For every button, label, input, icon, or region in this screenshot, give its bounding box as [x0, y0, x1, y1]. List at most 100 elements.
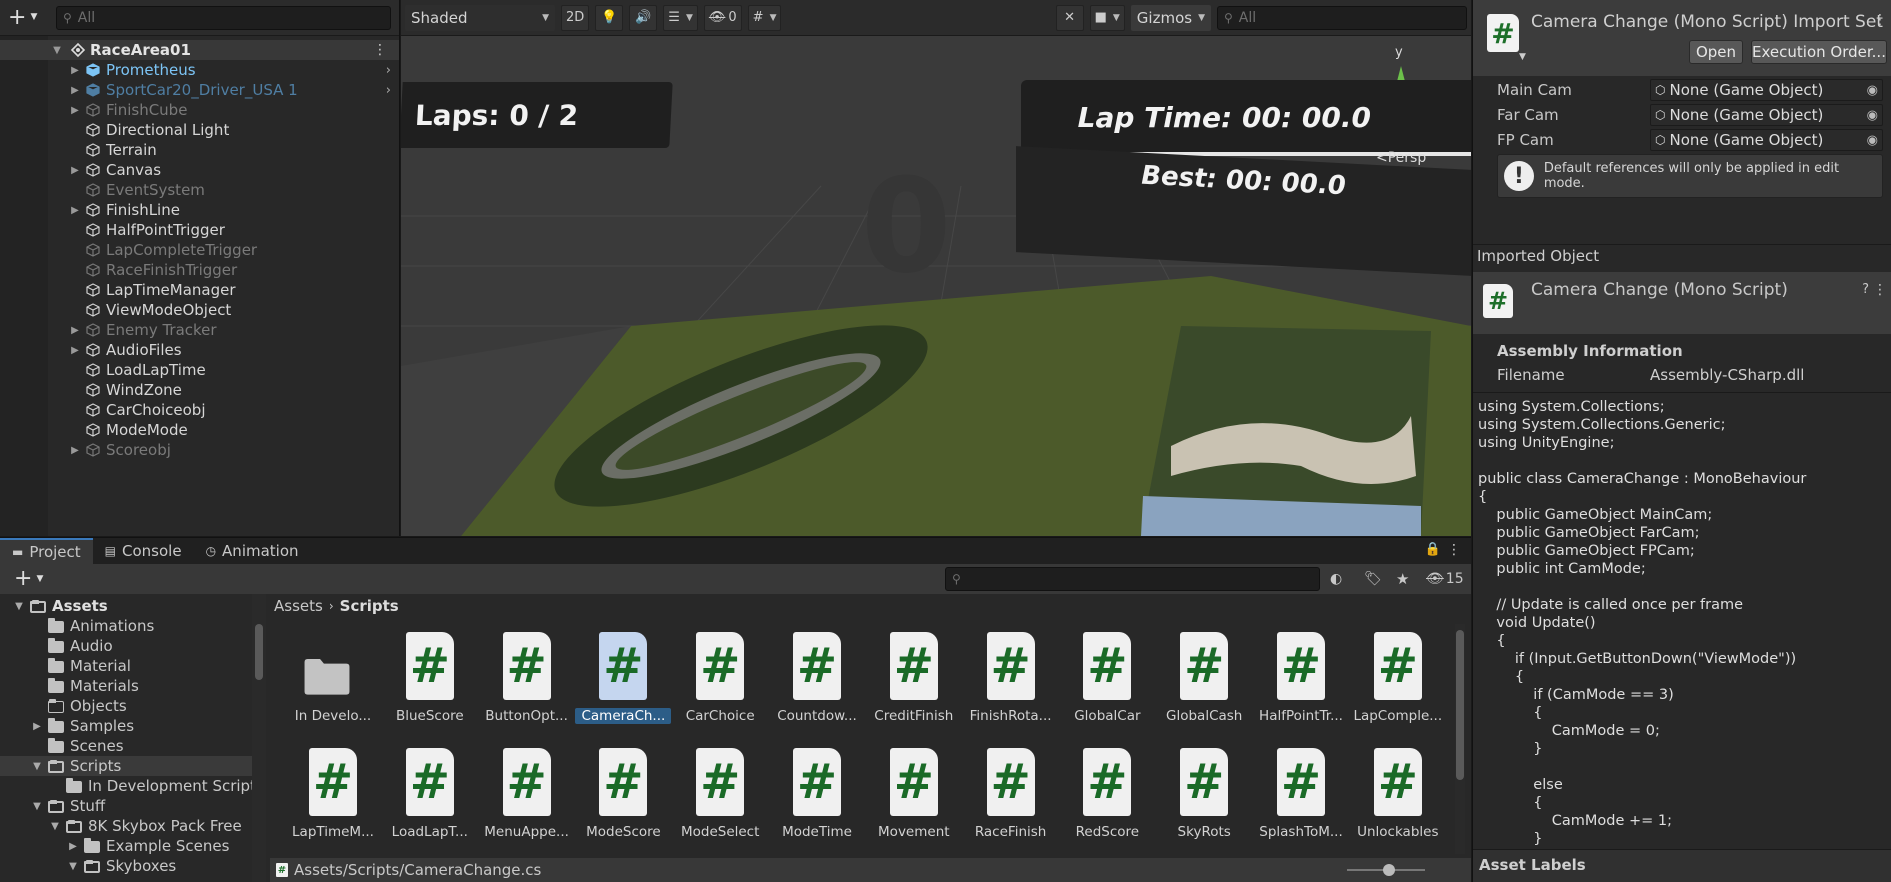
breadcrumb-scripts[interactable]: Scripts [340, 597, 399, 615]
more-options-icon[interactable]: ⋮ [373, 42, 387, 58]
script-asset[interactable]: # GlobalCash [1156, 632, 1252, 742]
folder-tree-item[interactable]: ▼ Stuff [0, 796, 256, 816]
hierarchy-item[interactable]: ▶ Canvas [0, 160, 399, 180]
script-asset[interactable]: # Unlockables [1350, 748, 1446, 858]
object-field[interactable]: ⬡ None (Game Object) ◉ [1650, 104, 1883, 126]
object-field[interactable]: ⬡ None (Game Object) ◉ [1650, 79, 1883, 101]
hierarchy-item[interactable]: RaceFinishTrigger [0, 260, 399, 280]
folder-tree-item[interactable]: ▶ Samples [0, 716, 256, 736]
script-asset[interactable]: # FinishRota... [963, 632, 1059, 742]
execution-order-button[interactable]: Execution Order... [1751, 40, 1887, 64]
folder-tree-item[interactable]: Material [0, 656, 256, 676]
hierarchy-item[interactable]: LoadLapTime [0, 360, 399, 380]
expand-arrow-icon[interactable]: ▼ [32, 761, 42, 772]
script-asset[interactable]: # SplashToM... [1253, 748, 1349, 858]
more-options-icon[interactable]: ⋮ [1873, 12, 1887, 28]
open-button[interactable]: Open [1689, 40, 1743, 64]
hierarchy-item[interactable]: ▶ Prometheus › [0, 60, 399, 80]
script-asset[interactable]: # Movement [866, 748, 962, 858]
expand-arrow-icon[interactable]: ▶ [70, 325, 80, 336]
hierarchy-item[interactable]: LapCompleteTrigger [0, 240, 399, 260]
script-asset[interactable]: # GlobalCar [1059, 632, 1155, 742]
filter-by-type-icon[interactable]: ◐ [1330, 571, 1342, 587]
expand-arrow-icon[interactable]: ▶ [70, 65, 80, 76]
gizmos-dropdown[interactable]: Gizmos ▼ [1130, 4, 1211, 31]
project-search-input[interactable]: ⚲ [945, 567, 1320, 591]
folder-tree-scrollbar[interactable] [252, 594, 266, 882]
help-icon[interactable]: ? [1862, 282, 1869, 297]
hierarchy-item[interactable]: CarChoiceobj [0, 400, 399, 420]
script-asset[interactable]: # SkyRots [1156, 748, 1252, 858]
tab-console[interactable]: ▤ Console [93, 538, 194, 564]
expand-arrow-icon[interactable]: ▶ [70, 165, 80, 176]
tab-project[interactable]: ▬ Project [0, 538, 93, 564]
folder-tree-item[interactable]: ▼ Assets [0, 596, 256, 616]
favorites-star-icon[interactable]: ★ [1396, 570, 1409, 588]
folder-tree-item[interactable]: Materials [0, 676, 256, 696]
object-picker-icon[interactable]: ◉ [1867, 83, 1878, 98]
hierarchy-item[interactable]: ModeMode [0, 420, 399, 440]
asset-grid-scrollbar[interactable] [1455, 624, 1465, 854]
scene-view[interactable]: Shaded ▼ 2D 💡 🔊 ☰ ▼ 👁 0 # ▼ ✕ ■ ▼ Gizmos ▼ ⚲ … [401, 0, 1471, 536]
tools-icon[interactable]: ✕ [1055, 4, 1084, 31]
folder-asset[interactable]: In Develo... [285, 632, 381, 742]
folder-tree-item[interactable]: ▶ Example Scenes [0, 836, 256, 856]
script-asset[interactable]: # Countdow... [769, 632, 865, 742]
script-asset[interactable]: # HalfPointTr... [1253, 632, 1349, 742]
hierarchy-item[interactable]: ▶ FinishCube [0, 100, 399, 120]
hierarchy-item[interactable]: ▶ AudioFiles [0, 340, 399, 360]
hierarchy-item[interactable]: EventSystem [0, 180, 399, 200]
script-asset[interactable]: # ModeScore [575, 748, 671, 858]
projection-label[interactable]: <Persp [1376, 150, 1426, 166]
script-asset[interactable]: # RedScore [1059, 748, 1155, 858]
folder-tree-item[interactable]: Objects [0, 696, 256, 716]
scene-search-input[interactable]: ⚲ All [1217, 5, 1467, 30]
script-asset[interactable]: # LoadLapT... [382, 748, 478, 858]
expand-arrow-icon[interactable]: ▶ [32, 721, 42, 732]
camera-icon[interactable]: ■ ▼ [1089, 4, 1125, 31]
expand-arrow-icon[interactable]: ▶ [70, 445, 80, 456]
script-asset[interactable]: # ModeTime [769, 748, 865, 858]
hierarchy-item[interactable]: ▶ Enemy Tracker [0, 320, 399, 340]
filter-by-label-icon[interactable]: 🏷 [1364, 571, 1382, 587]
hierarchy-item[interactable]: ▶ FinishLine [0, 200, 399, 220]
script-asset[interactable]: # ModeSelect [672, 748, 768, 858]
hierarchy-item[interactable]: HalfPointTrigger [0, 220, 399, 240]
create-asset-button[interactable]: + ▼ [14, 567, 56, 591]
script-asset[interactable]: # CarChoice [672, 632, 768, 742]
folder-tree-item[interactable]: ▼ Skyboxes [0, 856, 256, 876]
expand-arrow-icon[interactable]: ▼ [14, 601, 24, 612]
expand-arrow-icon[interactable]: ▼ [52, 45, 62, 56]
object-picker-icon[interactable]: ◉ [1867, 108, 1878, 123]
shading-mode-dropdown[interactable]: Shaded ▼ [405, 4, 555, 31]
script-asset[interactable]: # RaceFinish [963, 748, 1059, 858]
expand-arrow-icon[interactable]: ▼ [50, 821, 60, 832]
script-asset[interactable]: # CreditFinish [866, 632, 962, 742]
folder-tree-item[interactable]: Scenes [0, 736, 256, 756]
folder-tree-item[interactable]: Audio [0, 636, 256, 656]
breadcrumb-assets[interactable]: Assets [274, 597, 323, 615]
hierarchy-item[interactable]: Terrain [0, 140, 399, 160]
expand-arrow-icon[interactable]: ▶ [70, 205, 80, 216]
chevron-right-icon[interactable]: › [386, 83, 391, 98]
lock-icon[interactable]: 🔒 [1425, 542, 1441, 557]
expand-arrow-icon[interactable]: ▶ [70, 105, 80, 116]
folder-tree-item[interactable]: ▼ 8K Skybox Pack Free [0, 816, 256, 836]
expand-arrow-icon[interactable]: ▼ [68, 861, 78, 872]
hierarchy-item[interactable]: ▶ SportCar20_Driver_USA 1 › [0, 80, 399, 100]
hidden-objects-toggle[interactable]: 👁 0 [703, 4, 742, 31]
hierarchy-item[interactable]: Directional Light [0, 120, 399, 140]
more-options-icon[interactable]: ⋮ [1447, 542, 1461, 558]
script-asset[interactable]: # ButtonOpt... [479, 632, 575, 742]
folder-tree-item[interactable]: ▼ Scripts [0, 756, 256, 776]
hierarchy-item[interactable]: LapTimeManager [0, 280, 399, 300]
create-button[interactable]: + ▼ [8, 6, 50, 30]
scene-root-row[interactable]: ▼ RaceArea01 ⋮ [0, 40, 399, 60]
object-field[interactable]: ⬡ None (Game Object) ◉ [1650, 129, 1883, 151]
effects-toggle-icon[interactable]: ☰ ▼ [663, 4, 698, 31]
script-asset[interactable]: # MenuAppe... [479, 748, 575, 858]
hidden-packages-toggle[interactable]: 👁 15 [1426, 571, 1464, 587]
script-asset[interactable]: # LapComple... [1350, 632, 1446, 742]
toggle-2d-button[interactable]: 2D [561, 4, 590, 31]
grid-toggle-icon[interactable]: # ▼ [747, 4, 782, 31]
